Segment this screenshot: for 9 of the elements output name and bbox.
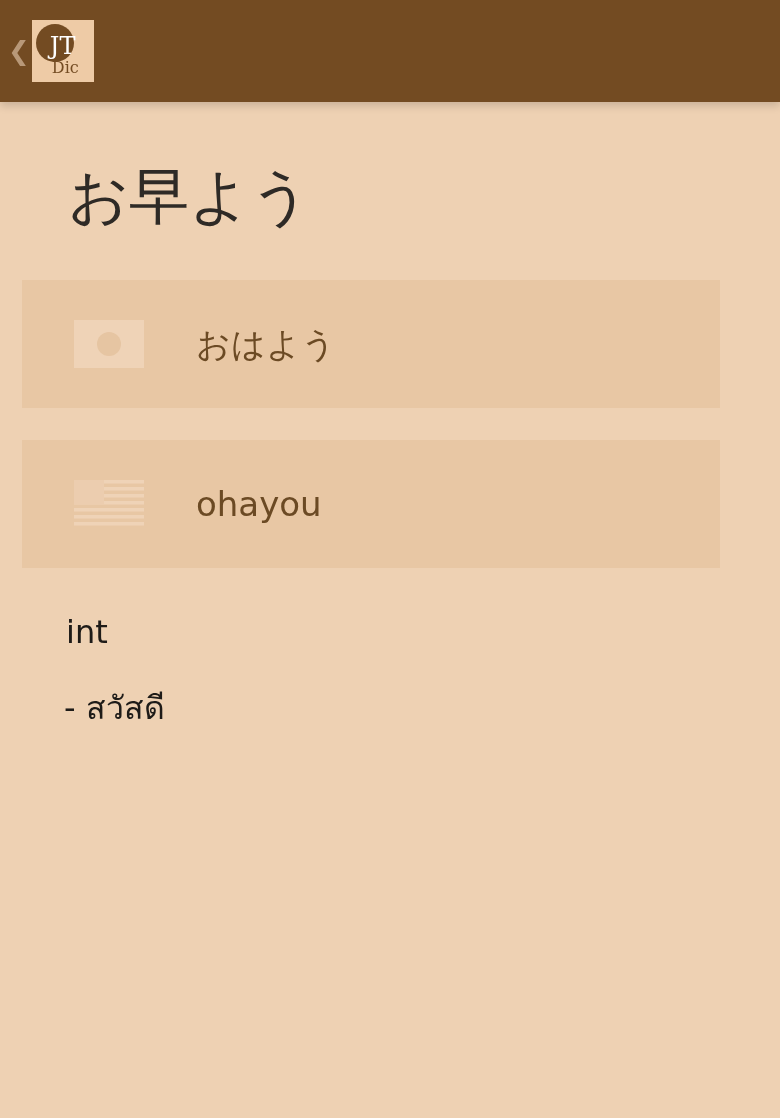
part-of-speech: int <box>66 612 109 653</box>
logo-text: Dic <box>51 60 79 76</box>
reading-text: おはよう <box>196 322 336 366</box>
meaning-text: - สวัสดี <box>64 688 166 729</box>
word-heading: お早よう <box>68 160 312 233</box>
back-button[interactable]: ❮ <box>8 38 30 64</box>
reading-card[interactable]: ohayou <box>22 440 720 568</box>
reading-card[interactable]: おはよう <box>22 280 720 408</box>
reading-text: ohayou <box>196 482 322 526</box>
